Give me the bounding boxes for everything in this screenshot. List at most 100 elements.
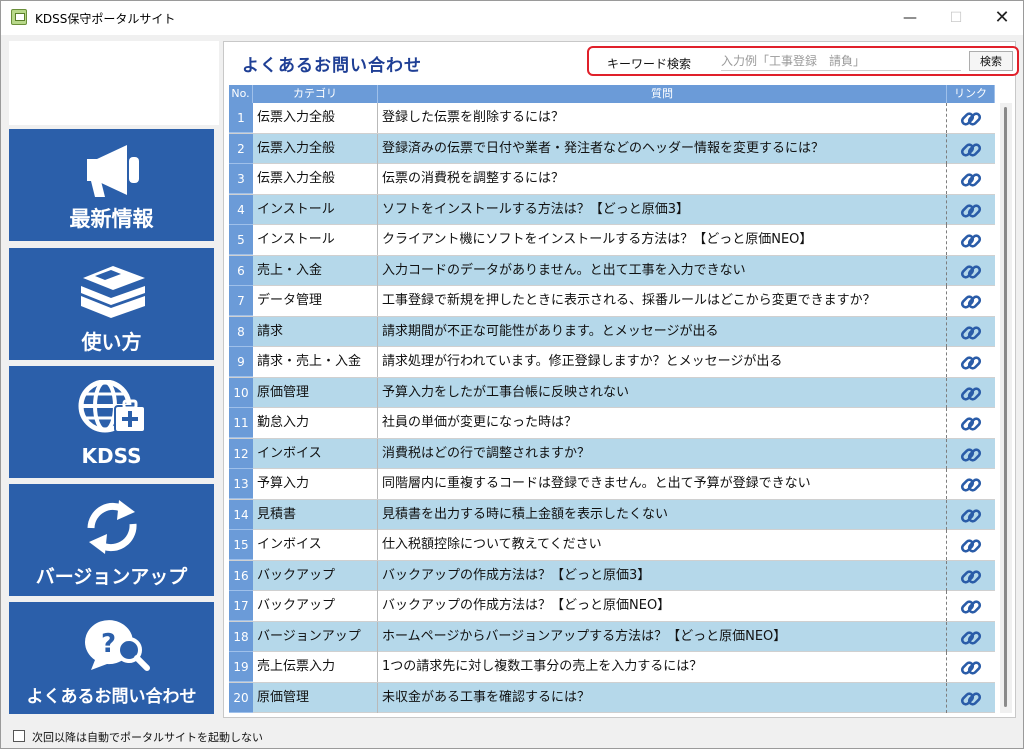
auto-start-checkbox[interactable]	[13, 730, 25, 742]
auto-start-checkbox-label: 次回以降は自動でポータルサイトを起動しない	[32, 731, 263, 744]
close-button[interactable]: ✕	[979, 1, 1024, 35]
row-category: インボイス	[253, 530, 378, 560]
link-icon[interactable]	[960, 474, 982, 496]
row-category: 請求・売上・入金	[253, 347, 378, 377]
row-question: 同階層内に重複するコードは登録できません。と出て予算が登録できない	[378, 469, 947, 499]
minimize-button[interactable]: —	[887, 1, 933, 35]
row-category: インストール	[253, 194, 378, 225]
table-row: 14 見積書 見積書を出力する時に積上金額を表示したくない	[229, 499, 995, 530]
vertical-scrollbar[interactable]	[1000, 103, 1012, 713]
row-question: 未収金がある工事を確認するには？	[378, 682, 947, 713]
row-number: 8	[229, 316, 253, 347]
nav-version-up-button[interactable]: バージョンアップ	[9, 484, 214, 596]
header-no: No.	[229, 85, 253, 103]
logo-area	[9, 41, 219, 125]
row-number: 16	[229, 560, 253, 591]
row-question: バックアップの作成方法は？【どっと原価NEO】	[378, 591, 947, 621]
table-row: 2 伝票入力全般 登録済みの伝票で日付や業者・発注者などのヘッダー情報を変更するには…	[229, 133, 995, 164]
table-row: 19 売上伝票入力 1つの請求先に対し複数工事分の売上を入力するには？	[229, 652, 995, 683]
link-icon[interactable]	[960, 383, 982, 405]
row-link-cell	[947, 195, 995, 225]
row-number: 7	[229, 286, 253, 316]
link-icon[interactable]	[960, 291, 982, 313]
link-icon[interactable]	[960, 413, 982, 435]
refresh-icon	[87, 500, 137, 554]
nav-how-to-use-label: 使い方	[81, 330, 142, 354]
link-icon[interactable]	[960, 352, 982, 374]
row-link-cell	[947, 530, 995, 560]
nav-latest-info-button[interactable]: 最新情報	[9, 129, 214, 241]
link-icon[interactable]	[960, 535, 982, 557]
nav-kdss-button[interactable]: KDSS	[9, 366, 214, 478]
app-window: KDSS保守ポータルサイト — ☐ ✕ 最新情報 使い方 KDSS バージョンア…	[0, 0, 1024, 749]
nav-how-to-use-button[interactable]: 使い方	[9, 248, 214, 360]
search-input[interactable]	[721, 52, 961, 71]
svg-text:?: ?	[101, 629, 116, 659]
link-icon[interactable]	[960, 596, 982, 618]
table-row: 7 データ管理 工事登録で新規を押したときに表示される、採番ルールはどこから変更でき…	[229, 286, 995, 317]
row-number: 20	[229, 682, 253, 713]
link-icon[interactable]	[960, 657, 982, 679]
link-icon[interactable]	[960, 322, 982, 344]
row-category: バックアップ	[253, 591, 378, 621]
row-link-cell	[947, 286, 995, 316]
row-question: 伝票の消費税を調整するには？	[378, 164, 947, 194]
row-link-cell	[947, 317, 995, 347]
page-title: よくあるお問い合わせ	[242, 56, 422, 76]
row-number: 1	[229, 103, 253, 133]
scrollbar-thumb[interactable]	[1004, 107, 1007, 707]
search-button[interactable]: 検索	[969, 51, 1013, 71]
globe-medical-icon	[78, 380, 146, 433]
row-link-cell	[947, 378, 995, 408]
row-link-cell	[947, 591, 995, 621]
header-question: 質問	[378, 85, 947, 103]
window-title: KDSS保守ポータルサイト	[35, 12, 176, 26]
row-question: 請求期間が不正な可能性があります。とメッセージが出る	[378, 316, 947, 347]
row-category: データ管理	[253, 286, 378, 316]
table-row: 18 バージョンアップ ホームページからバージョンアップする方法は？【どっと原価NE…	[229, 621, 995, 652]
nav-faq-button[interactable]: ? よくあるお問い合わせ	[9, 602, 214, 714]
link-icon[interactable]	[960, 505, 982, 527]
megaphone-icon	[87, 145, 139, 197]
maximize-button[interactable]: ☐	[933, 1, 979, 35]
link-icon[interactable]	[960, 688, 982, 710]
nav-kdss-label: KDSS	[81, 444, 142, 468]
link-icon[interactable]	[960, 261, 982, 283]
table-row: 13 予算入力 同階層内に重複するコードは登録できません。と出て予算が登録できない	[229, 469, 995, 500]
row-question: クライアント機にソフトをインストールする方法は？【どっと原価NEO】	[378, 225, 947, 255]
row-question: 登録済みの伝票で日付や業者・発注者などのヘッダー情報を変更するには？	[378, 133, 947, 164]
row-category: 原価管理	[253, 682, 378, 713]
row-link-cell	[947, 164, 995, 194]
row-number: 13	[229, 469, 253, 499]
row-category: 見積書	[253, 499, 378, 530]
row-category: 伝票入力全般	[253, 133, 378, 164]
row-question: 予算入力をしたが工事台帳に反映されない	[378, 377, 947, 408]
books-icon	[81, 266, 145, 318]
link-icon[interactable]	[960, 200, 982, 222]
keyword-search-box: キーワード検索 検索	[587, 46, 1019, 76]
header-link: リンク	[947, 85, 995, 103]
question-search-icon: ?	[84, 620, 150, 671]
table-row: 17 バックアップ バックアップの作成方法は？【どっと原価NEO】	[229, 591, 995, 622]
row-number: 4	[229, 194, 253, 225]
nav-latest-info-label: 最新情報	[69, 207, 154, 231]
main-panel: よくあるお問い合わせ キーワード検索 検索 No. カテゴリ 質問 リンク 1伝…	[223, 41, 1019, 718]
row-link-cell	[947, 256, 995, 286]
row-question: 社員の単価が変更になった時は？	[378, 408, 947, 438]
row-number: 5	[229, 225, 253, 255]
link-icon[interactable]	[960, 566, 982, 588]
table-header: No. カテゴリ 質問 リンク	[229, 85, 995, 103]
row-category: インボイス	[253, 438, 378, 469]
row-category: 伝票入力全般	[253, 103, 378, 133]
link-icon[interactable]	[960, 230, 982, 252]
row-number: 6	[229, 255, 253, 286]
row-number: 19	[229, 652, 253, 682]
link-icon[interactable]	[960, 169, 982, 191]
link-icon[interactable]	[960, 444, 982, 466]
table-row: 6 売上・入金 入力コードのデータがありません。と出て工事を入力できない	[229, 255, 995, 286]
link-icon[interactable]	[960, 108, 982, 130]
link-icon[interactable]	[960, 139, 982, 161]
row-number: 15	[229, 530, 253, 560]
row-question: 登録した伝票を削除するには？	[378, 103, 947, 133]
link-icon[interactable]	[960, 627, 982, 649]
